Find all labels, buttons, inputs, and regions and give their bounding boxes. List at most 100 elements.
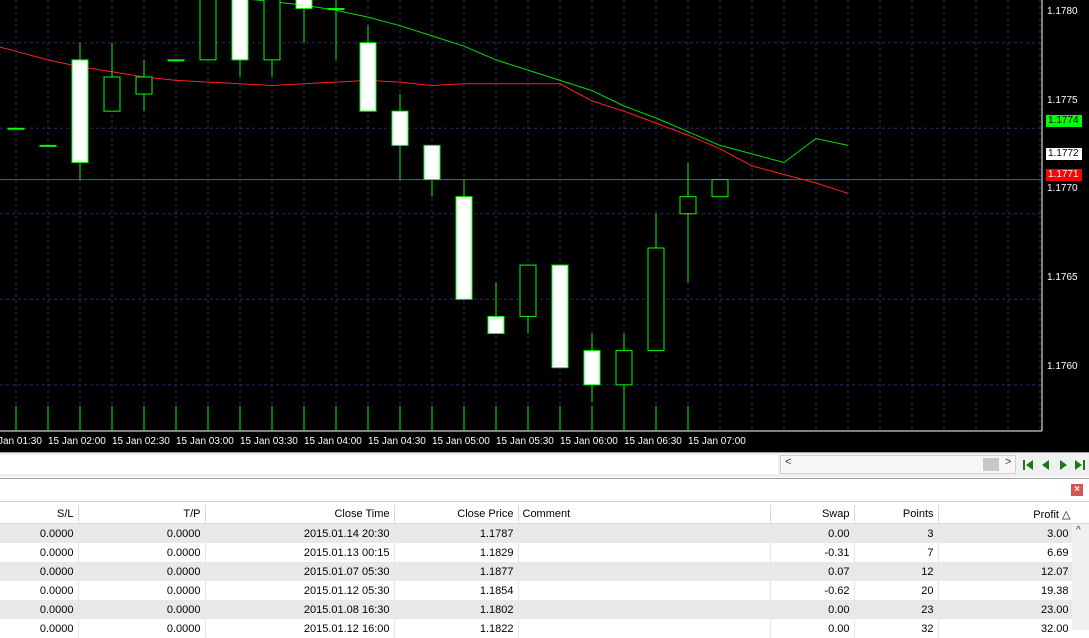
- candle-body: [103, 76, 121, 112]
- cell-comment: [518, 600, 771, 619]
- candle-body: [327, 8, 345, 11]
- cell-sl: 0.0000: [0, 543, 79, 562]
- scroll-right-button[interactable]: >: [1005, 456, 1011, 468]
- cell-profit: 3.00: [938, 523, 1089, 543]
- cell-close-time: 2015.01.13 00:15: [205, 543, 395, 562]
- column-header-tp[interactable]: T/P: [78, 505, 206, 524]
- cell-close-price: 1.1787: [394, 523, 519, 543]
- scroll-to-end-icon[interactable]: [1073, 457, 1087, 473]
- time-axis-label: Jan 01:30: [0, 436, 42, 447]
- account-history-table: S/L T/P Close Time Close Price Comment S…: [0, 505, 1089, 638]
- table-scrollbar[interactable]: ^: [1072, 524, 1089, 630]
- cell-close-price: 1.1877: [394, 562, 519, 581]
- price-axis-label: 1.1770: [1047, 183, 1078, 194]
- table-header-row: S/L T/P Close Time Close Price Comment S…: [0, 505, 1089, 524]
- cell-tp: 0.0000: [78, 543, 206, 562]
- step-forward-icon[interactable]: [1057, 457, 1071, 473]
- table-row[interactable]: 0.0000 0.0000 2015.01.12 16:00 1.1822 0.…: [0, 619, 1089, 638]
- green-moving-average: [251, 0, 849, 164]
- price-axis-label: 1.1760: [1047, 361, 1078, 372]
- cell-swap: 0.00: [770, 523, 855, 543]
- time-axis-label: 15 Jan 07:00: [688, 436, 746, 447]
- cell-swap: -0.31: [770, 543, 855, 562]
- cell-points: 7: [854, 543, 939, 562]
- scroll-track[interactable]: [780, 455, 1016, 474]
- candle-body: [519, 264, 537, 317]
- cell-comment: [518, 543, 771, 562]
- cell-close-price: 1.1822: [394, 619, 519, 638]
- time-axis-label: 15 Jan 03:00: [176, 436, 234, 447]
- candle-body: [359, 42, 377, 112]
- cell-sl: 0.0000: [0, 600, 79, 619]
- candle-body: [615, 350, 633, 386]
- time-axis-label: 15 Jan 05:30: [496, 436, 554, 447]
- candle-body: [423, 144, 441, 181]
- time-axis-label: 15 Jan 05:00: [432, 436, 490, 447]
- time-axis-label: 15 Jan 04:00: [304, 436, 362, 447]
- cell-comment: [518, 562, 771, 581]
- time-axis-label: 15 Jan 06:00: [560, 436, 618, 447]
- candle-body: [199, 0, 217, 61]
- cell-tp: 0.0000: [78, 619, 206, 638]
- current-price-tag: 1.1772: [1046, 148, 1082, 160]
- table-row[interactable]: 0.0000 0.0000 2015.01.14 20:30 1.1787 0.…: [0, 523, 1089, 543]
- scroll-thumb[interactable]: [983, 458, 999, 471]
- time-axis-label: 15 Jan 03:30: [240, 436, 298, 447]
- table-row[interactable]: 0.0000 0.0000 2015.01.08 16:30 1.1802 0.…: [0, 600, 1089, 619]
- chart-canvas[interactable]: [0, 0, 1089, 452]
- candle-body: [39, 144, 57, 147]
- cell-swap: 0.00: [770, 619, 855, 638]
- cell-comment: [518, 619, 771, 638]
- cell-sl: 0.0000: [0, 619, 79, 638]
- terminal-close-button[interactable]: ×: [1071, 484, 1083, 496]
- cell-close-time: 2015.01.07 05:30: [205, 562, 395, 581]
- table-row[interactable]: 0.0000 0.0000 2015.01.12 05:30 1.1854 -0…: [0, 581, 1089, 600]
- candle-body: [679, 196, 697, 215]
- cell-tp: 0.0000: [78, 562, 206, 581]
- price-chart[interactable]: 1.1780 1.1775 1.1770 1.1765 1.1760 1.177…: [0, 0, 1089, 452]
- column-header-close-time[interactable]: Close Time: [205, 505, 395, 524]
- cell-swap: -0.62: [770, 581, 855, 600]
- column-header-sl[interactable]: S/L: [0, 505, 79, 524]
- cell-points: 20: [854, 581, 939, 600]
- cell-points: 32: [854, 619, 939, 638]
- candle-body: [551, 264, 569, 369]
- candle-body: [71, 59, 89, 163]
- scroll-up-button[interactable]: ^: [1076, 525, 1081, 536]
- price-axis-label: 1.1765: [1047, 272, 1078, 283]
- cell-sl: 0.0000: [0, 523, 79, 543]
- candle-body: [7, 127, 25, 130]
- candle-body: [391, 110, 409, 146]
- cell-profit: 12.07: [938, 562, 1089, 581]
- terminal-header: [0, 478, 1089, 502]
- cell-close-time: 2015.01.08 16:30: [205, 600, 395, 619]
- cell-comment: [518, 523, 771, 543]
- table-row[interactable]: 0.0000 0.0000 2015.01.07 05:30 1.1877 0.…: [0, 562, 1089, 581]
- step-back-icon[interactable]: [1038, 457, 1052, 473]
- column-header-points[interactable]: Points: [854, 505, 939, 524]
- column-header-profit[interactable]: Profit △: [938, 505, 1089, 524]
- chart-scrollbar[interactable]: < >: [0, 452, 1089, 477]
- candle-body: [135, 76, 153, 95]
- cell-points: 3: [854, 523, 939, 543]
- cell-close-price: 1.1802: [394, 600, 519, 619]
- cell-close-time: 2015.01.12 16:00: [205, 619, 395, 638]
- cell-swap: 0.07: [770, 562, 855, 581]
- candle-body: [647, 247, 665, 352]
- column-header-swap[interactable]: Swap: [770, 505, 855, 524]
- cell-close-time: 2015.01.12 05:30: [205, 581, 395, 600]
- candle-body: [583, 350, 601, 386]
- scroll-to-start-icon[interactable]: [1021, 457, 1035, 473]
- candle-body: [487, 315, 505, 335]
- candle-body: [167, 59, 185, 62]
- cell-tp: 0.0000: [78, 581, 206, 600]
- scroll-left-button[interactable]: <: [785, 456, 791, 468]
- column-header-comment[interactable]: Comment: [518, 505, 771, 524]
- cell-sl: 0.0000: [0, 562, 79, 581]
- table-row[interactable]: 0.0000 0.0000 2015.01.13 00:15 1.1829 -0…: [0, 543, 1089, 562]
- candle-body: [711, 179, 729, 198]
- candle-body: [455, 196, 473, 300]
- candle-body: [263, 0, 281, 61]
- red-ma-price-tag: 1.1771: [1046, 169, 1082, 181]
- column-header-close-price[interactable]: Close Price: [394, 505, 519, 524]
